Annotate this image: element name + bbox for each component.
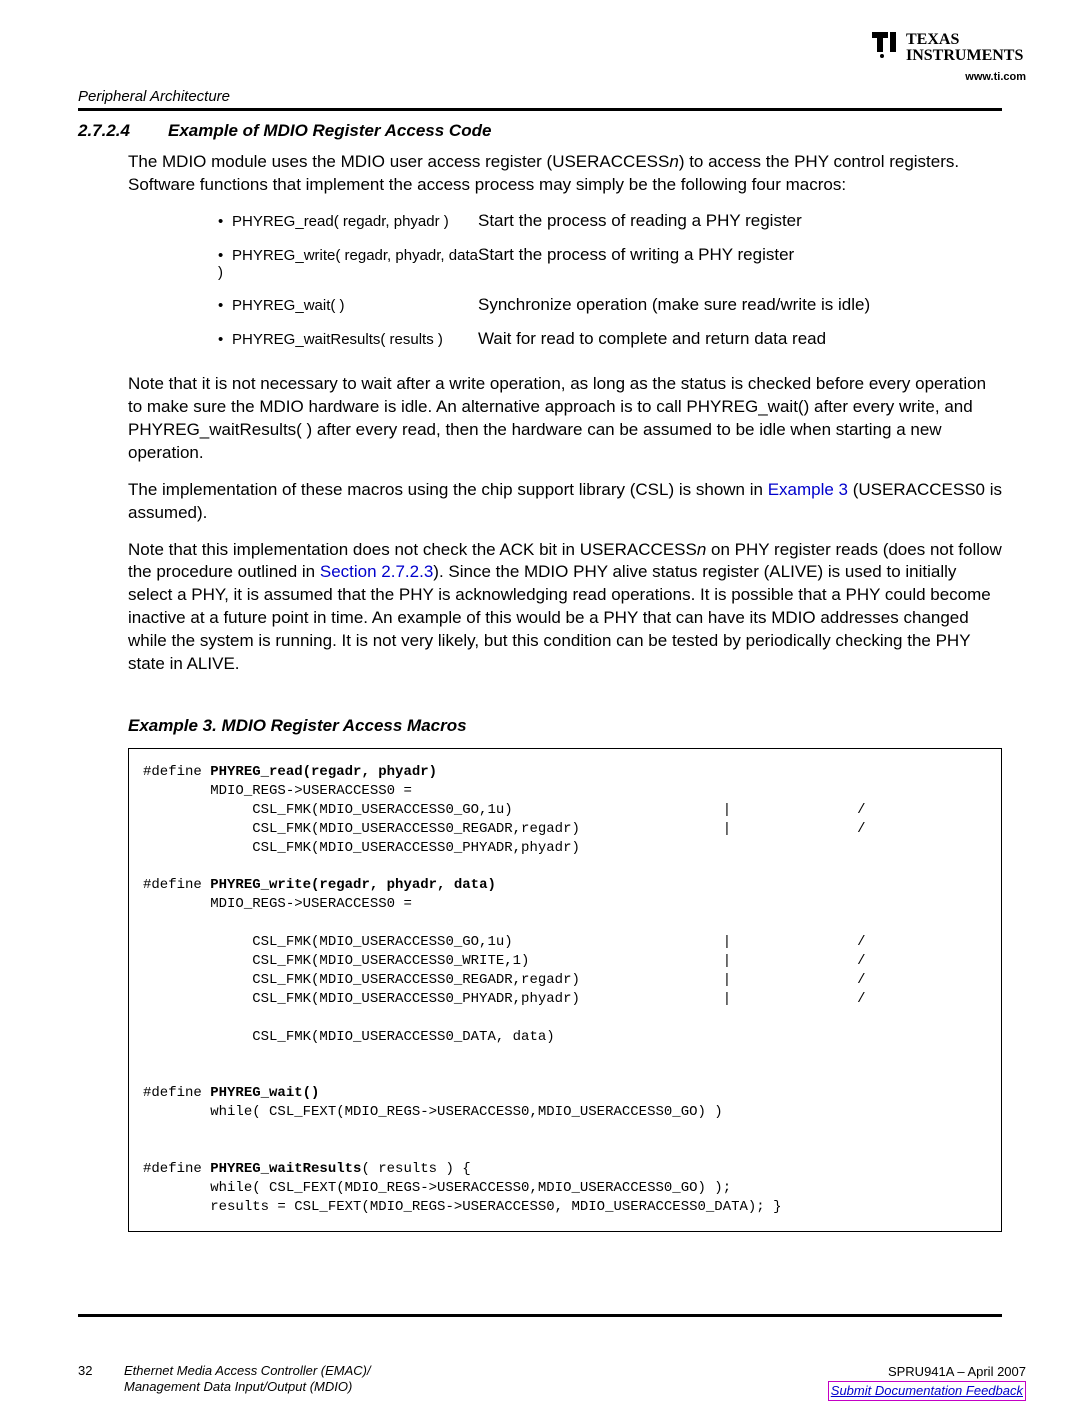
- macro-name: PHYREG_write( regadr, phyadr, data ): [218, 247, 478, 281]
- page: TEXAS INSTRUMENTS www.ti.com Peripheral …: [0, 0, 1080, 1397]
- code-box: #define PHYREG_read(regadr, phyadr) MDIO…: [128, 748, 1002, 1231]
- list-item: •PHYREG_read( regadr, phyadr ) Start the…: [218, 211, 1002, 231]
- running-head: Peripheral Architecture: [78, 88, 1002, 105]
- ti-url: www.ti.com: [866, 71, 1026, 83]
- body-paragraph: The implementation of these macros using…: [78, 479, 1002, 525]
- logo-text-line1: TEXAS: [906, 31, 959, 48]
- list-item: •PHYREG_wait( ) Synchronize operation (m…: [218, 295, 1002, 315]
- macro-name: PHYREG_waitResults( results ): [232, 331, 443, 348]
- section-heading: 2.7.2.4Example of MDIO Register Access C…: [78, 121, 1002, 141]
- ti-logo-icon: TEXAS INSTRUMENTS: [866, 26, 1026, 68]
- logo-text-line2: INSTRUMENTS: [906, 47, 1023, 64]
- macro-desc: Synchronize operation (make sure read/wr…: [478, 295, 870, 315]
- section-number: 2.7.2.4: [78, 121, 168, 141]
- doc-id: SPRU941A – April 2007: [888, 1364, 1026, 1379]
- page-number: 32: [78, 1363, 92, 1378]
- footer-right: SPRU941A – April 2007 Submit Documentati…: [828, 1363, 1026, 1401]
- macro-name: PHYREG_wait( ): [232, 297, 345, 314]
- code-listing: #define PHYREG_read(regadr, phyadr) MDIO…: [128, 748, 1002, 1231]
- xref-link[interactable]: Example 3: [768, 480, 848, 499]
- intro-paragraph: The MDIO module uses the MDIO user acces…: [78, 151, 1002, 197]
- macro-desc: Start the process of writing a PHY regis…: [478, 245, 794, 265]
- header-rule: [78, 108, 1002, 111]
- list-item: •PHYREG_write( regadr, phyadr, data ) St…: [218, 245, 1002, 281]
- example-title: Example 3. MDIO Register Access Macros: [128, 716, 1002, 736]
- list-item: •PHYREG_waitResults( results ) Wait for …: [218, 329, 1002, 349]
- body-paragraph: Note that it is not necessary to wait af…: [78, 373, 1002, 465]
- bullet-icon: •: [218, 247, 232, 264]
- xref-link[interactable]: Section 2.7.2.3: [320, 562, 433, 581]
- ti-logo: TEXAS INSTRUMENTS www.ti.com: [866, 26, 1026, 83]
- section-title: Example of MDIO Register Access Code: [168, 121, 491, 140]
- footer-title: Ethernet Media Access Controller (EMAC)/…: [124, 1363, 371, 1396]
- bullet-icon: •: [218, 331, 232, 348]
- macro-list: •PHYREG_read( regadr, phyadr ) Start the…: [78, 211, 1002, 349]
- footer-rule: [78, 1314, 1002, 1317]
- macro-name: PHYREG_read( regadr, phyadr ): [232, 213, 449, 230]
- feedback-link[interactable]: Submit Documentation Feedback: [828, 1381, 1026, 1401]
- bullet-icon: •: [218, 297, 232, 314]
- macro-desc: Start the process of reading a PHY regis…: [478, 211, 802, 231]
- bullet-icon: •: [218, 213, 232, 230]
- macro-desc: Wait for read to complete and return dat…: [478, 329, 826, 349]
- body-paragraph: Note that this implementation does not c…: [78, 539, 1002, 677]
